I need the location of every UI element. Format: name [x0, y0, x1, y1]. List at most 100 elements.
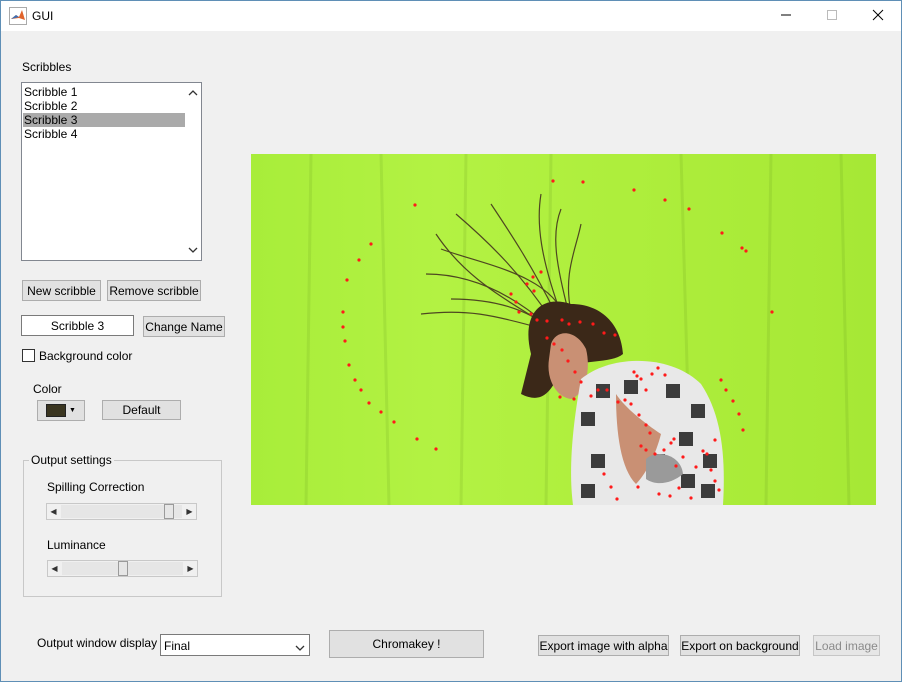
default-color-button[interactable]: Default	[102, 400, 181, 420]
slider-right-arrow-icon[interactable]: ▶	[184, 561, 197, 576]
scribbles-label: Scribbles	[22, 60, 72, 74]
scribble-dot	[662, 448, 666, 452]
scribble-list-item[interactable]: Scribble 4	[23, 127, 186, 141]
scribble-dot	[345, 278, 349, 282]
export-background-button[interactable]: Export on background	[680, 635, 800, 656]
color-label: Color	[33, 382, 62, 396]
slider-left-arrow-icon[interactable]: ◀	[48, 561, 61, 576]
window-title: GUI	[32, 9, 54, 23]
slider-thumb[interactable]	[117, 561, 128, 576]
close-button[interactable]	[855, 1, 901, 31]
scribble-dot	[415, 437, 419, 441]
scribble-dot	[529, 312, 533, 316]
scribble-dot	[650, 372, 654, 376]
scribble-dot	[637, 413, 641, 417]
title-bar: GUI	[1, 1, 901, 31]
scribble-dot	[741, 428, 745, 432]
scribble-dot	[705, 452, 709, 456]
scribble-dot	[613, 333, 617, 337]
scribble-dot	[532, 289, 536, 293]
scribble-dot	[434, 447, 438, 451]
scribble-dot	[615, 497, 619, 501]
scroll-down-icon[interactable]	[188, 243, 198, 257]
chromakey-button[interactable]: Chromakey !	[329, 630, 484, 658]
scribble-dot	[609, 485, 613, 489]
scribble-list-item[interactable]: Scribble 3	[23, 113, 186, 127]
scroll-up-icon[interactable]	[188, 86, 198, 100]
scribble-dot	[558, 395, 562, 399]
scribble-dot	[639, 444, 643, 448]
scribble-list-item[interactable]: Scribble 1	[23, 85, 186, 99]
scribble-dot	[379, 410, 383, 414]
luminance-slider[interactable]: ◀ ▶	[47, 560, 198, 577]
export-alpha-button[interactable]: Export image with alpha	[538, 635, 669, 656]
scribble-dot	[653, 452, 657, 456]
scribble-dot	[632, 188, 636, 192]
output-display-value: Final	[164, 639, 191, 653]
scribble-dot	[589, 394, 593, 398]
scribble-dot	[713, 438, 717, 442]
chevron-down-icon	[295, 641, 305, 655]
scribble-dot	[663, 373, 667, 377]
output-window-display-label: Output window display	[37, 636, 158, 650]
new-scribble-button[interactable]: New scribble	[22, 280, 101, 301]
image-preview[interactable]	[251, 154, 876, 505]
scribble-dot	[552, 342, 556, 346]
scribble-dot	[681, 455, 685, 459]
scribble-dot	[581, 180, 585, 184]
color-swatch	[46, 404, 67, 417]
minimize-icon	[781, 9, 791, 23]
maximize-button[interactable]	[809, 1, 855, 31]
scribble-dot	[579, 380, 583, 384]
scribble-dot	[413, 203, 417, 207]
scribble-dot	[709, 468, 713, 472]
scribble-dot	[719, 378, 723, 382]
scribble-dot	[531, 275, 535, 279]
slider-left-arrow-icon[interactable]: ◀	[47, 504, 60, 519]
scribble-dot	[605, 388, 609, 392]
scribble-dot	[744, 249, 748, 253]
spilling-correction-slider[interactable]: ◀ ▶	[46, 503, 197, 520]
scribble-dot	[357, 258, 361, 262]
scribble-dot	[689, 496, 693, 500]
scribble-dot	[672, 437, 676, 441]
background-color-checkbox[interactable]	[22, 349, 35, 362]
gui-window: GUI Scribbles Scribble 1 Scribble 2 Scribb…	[0, 0, 902, 682]
scribble-dot	[632, 370, 636, 374]
scribble-dot	[545, 336, 549, 340]
scribble-dot	[644, 388, 648, 392]
scribble-dot	[663, 198, 667, 202]
scribble-dot	[545, 319, 549, 323]
scribble-dot	[639, 377, 643, 381]
scribble-dot	[343, 339, 347, 343]
scribble-dot	[602, 472, 606, 476]
matlab-icon	[9, 7, 27, 25]
scribble-name-field[interactable]: Scribble 3	[21, 315, 134, 336]
scribble-dot	[737, 412, 741, 416]
scribble-dot	[731, 399, 735, 403]
scribble-dot	[560, 348, 564, 352]
output-settings-title: Output settings	[29, 453, 114, 467]
scribble-dot	[602, 331, 606, 335]
scribble-dot	[392, 420, 396, 424]
color-picker-button[interactable]: ▼	[37, 400, 85, 421]
listbox-scrollbar[interactable]	[185, 83, 201, 260]
scribble-dot	[717, 488, 721, 492]
scribble-list-item[interactable]: Scribble 2	[23, 99, 186, 113]
minimize-button[interactable]	[763, 1, 809, 31]
scribble-dot	[724, 388, 728, 392]
change-name-button[interactable]: Change Name	[143, 316, 225, 337]
scribble-dot	[596, 388, 600, 392]
scribble-dot	[674, 464, 678, 468]
output-display-dropdown[interactable]: Final	[160, 634, 310, 656]
remove-scribble-button[interactable]: Remove scribble	[107, 280, 201, 301]
scribbles-listbox[interactable]: Scribble 1 Scribble 2 Scribble 3 Scribble 4	[21, 82, 202, 261]
scribble-dot	[560, 318, 564, 322]
scribble-dot	[770, 310, 774, 314]
slider-right-arrow-icon[interactable]: ▶	[183, 504, 196, 519]
scribble-dot	[644, 448, 648, 452]
scribble-dot	[359, 388, 363, 392]
load-image-button[interactable]: Load image	[813, 635, 880, 656]
slider-thumb[interactable]	[164, 504, 175, 519]
scribble-dot	[514, 300, 518, 304]
